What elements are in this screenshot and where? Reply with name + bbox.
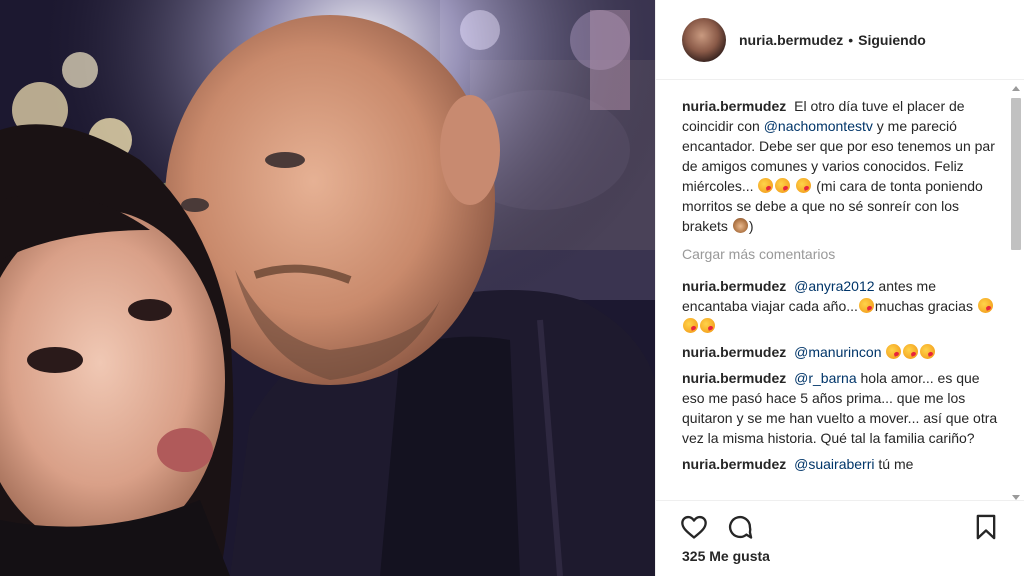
header-text: nuria.bermudez • Siguiendo [739, 32, 926, 48]
post-sidebar: nuria.bermudez • Siguiendo nuria.bermude… [655, 0, 1024, 576]
comment-username[interactable]: nuria.bermudez [682, 456, 786, 472]
post-photo[interactable] [0, 0, 655, 576]
caption-username[interactable]: nuria.bermudez [682, 98, 786, 114]
comments-scrollbar[interactable] [1010, 86, 1022, 500]
caption-mention[interactable]: @nachomontestv [764, 118, 873, 134]
kiss-emoji-icon [758, 178, 774, 193]
bookmark-icon[interactable] [972, 513, 1000, 541]
kiss-emoji-icon [903, 344, 919, 359]
monkey-emoji-icon [732, 218, 748, 233]
comment-mention[interactable]: @suairaberri [794, 456, 874, 472]
kiss-emoji-icon [700, 318, 715, 333]
kiss-emoji-icon [683, 318, 698, 333]
list-item: nuria.bermudez @r_barna hola amor... es … [682, 368, 1000, 448]
header-separator: • [848, 31, 854, 48]
comment-mention[interactable]: @manurincon [794, 344, 881, 360]
scrollbar-thumb[interactable] [1011, 98, 1021, 250]
caption: nuria.bermudez El otro día tuve el place… [682, 96, 1000, 236]
comments-list[interactable]: nuria.bermudez El otro día tuve el place… [682, 96, 1000, 498]
selfie-image [0, 0, 655, 576]
comment-username[interactable]: nuria.bermudez [682, 278, 786, 294]
kiss-emoji-icon [977, 298, 993, 313]
action-bar: 325 Me gusta [656, 500, 1024, 576]
header-username[interactable]: nuria.bermudez [739, 32, 843, 48]
caption-text-4: ) [748, 218, 754, 234]
likes-count[interactable]: 325 Me gusta [682, 548, 770, 564]
heart-icon[interactable] [680, 513, 708, 541]
kiss-emoji-icon [920, 344, 936, 359]
comment-username[interactable]: nuria.bermudez [682, 370, 786, 386]
kiss-emoji-icon [775, 178, 791, 193]
load-more-comments-button[interactable]: Cargar más comentarios [682, 244, 1000, 264]
post-header: nuria.bermudez • Siguiendo [656, 0, 1024, 80]
comment-mention[interactable]: @r_barna [794, 370, 856, 386]
list-item: nuria.bermudez @anyra2012 antes me encan… [682, 276, 1000, 336]
list-item: nuria.bermudez @manurincon [682, 342, 1000, 362]
comment-text-after: muchas gracias [874, 298, 973, 314]
list-item: nuria.bermudez @suairaberri tú me [682, 454, 1000, 474]
comment-text: tú me [878, 456, 914, 472]
scroll-up-arrow-icon[interactable] [1012, 86, 1020, 91]
avatar[interactable] [682, 17, 726, 62]
comment-mention[interactable]: @anyra2012 [794, 278, 874, 294]
kiss-emoji-icon [886, 344, 902, 359]
comment-username[interactable]: nuria.bermudez [682, 344, 786, 360]
follow-status-button[interactable]: Siguiendo [858, 32, 926, 48]
kiss-emoji-icon [858, 298, 874, 313]
comment-icon[interactable] [726, 513, 754, 541]
kiss-emoji-icon [796, 178, 812, 193]
